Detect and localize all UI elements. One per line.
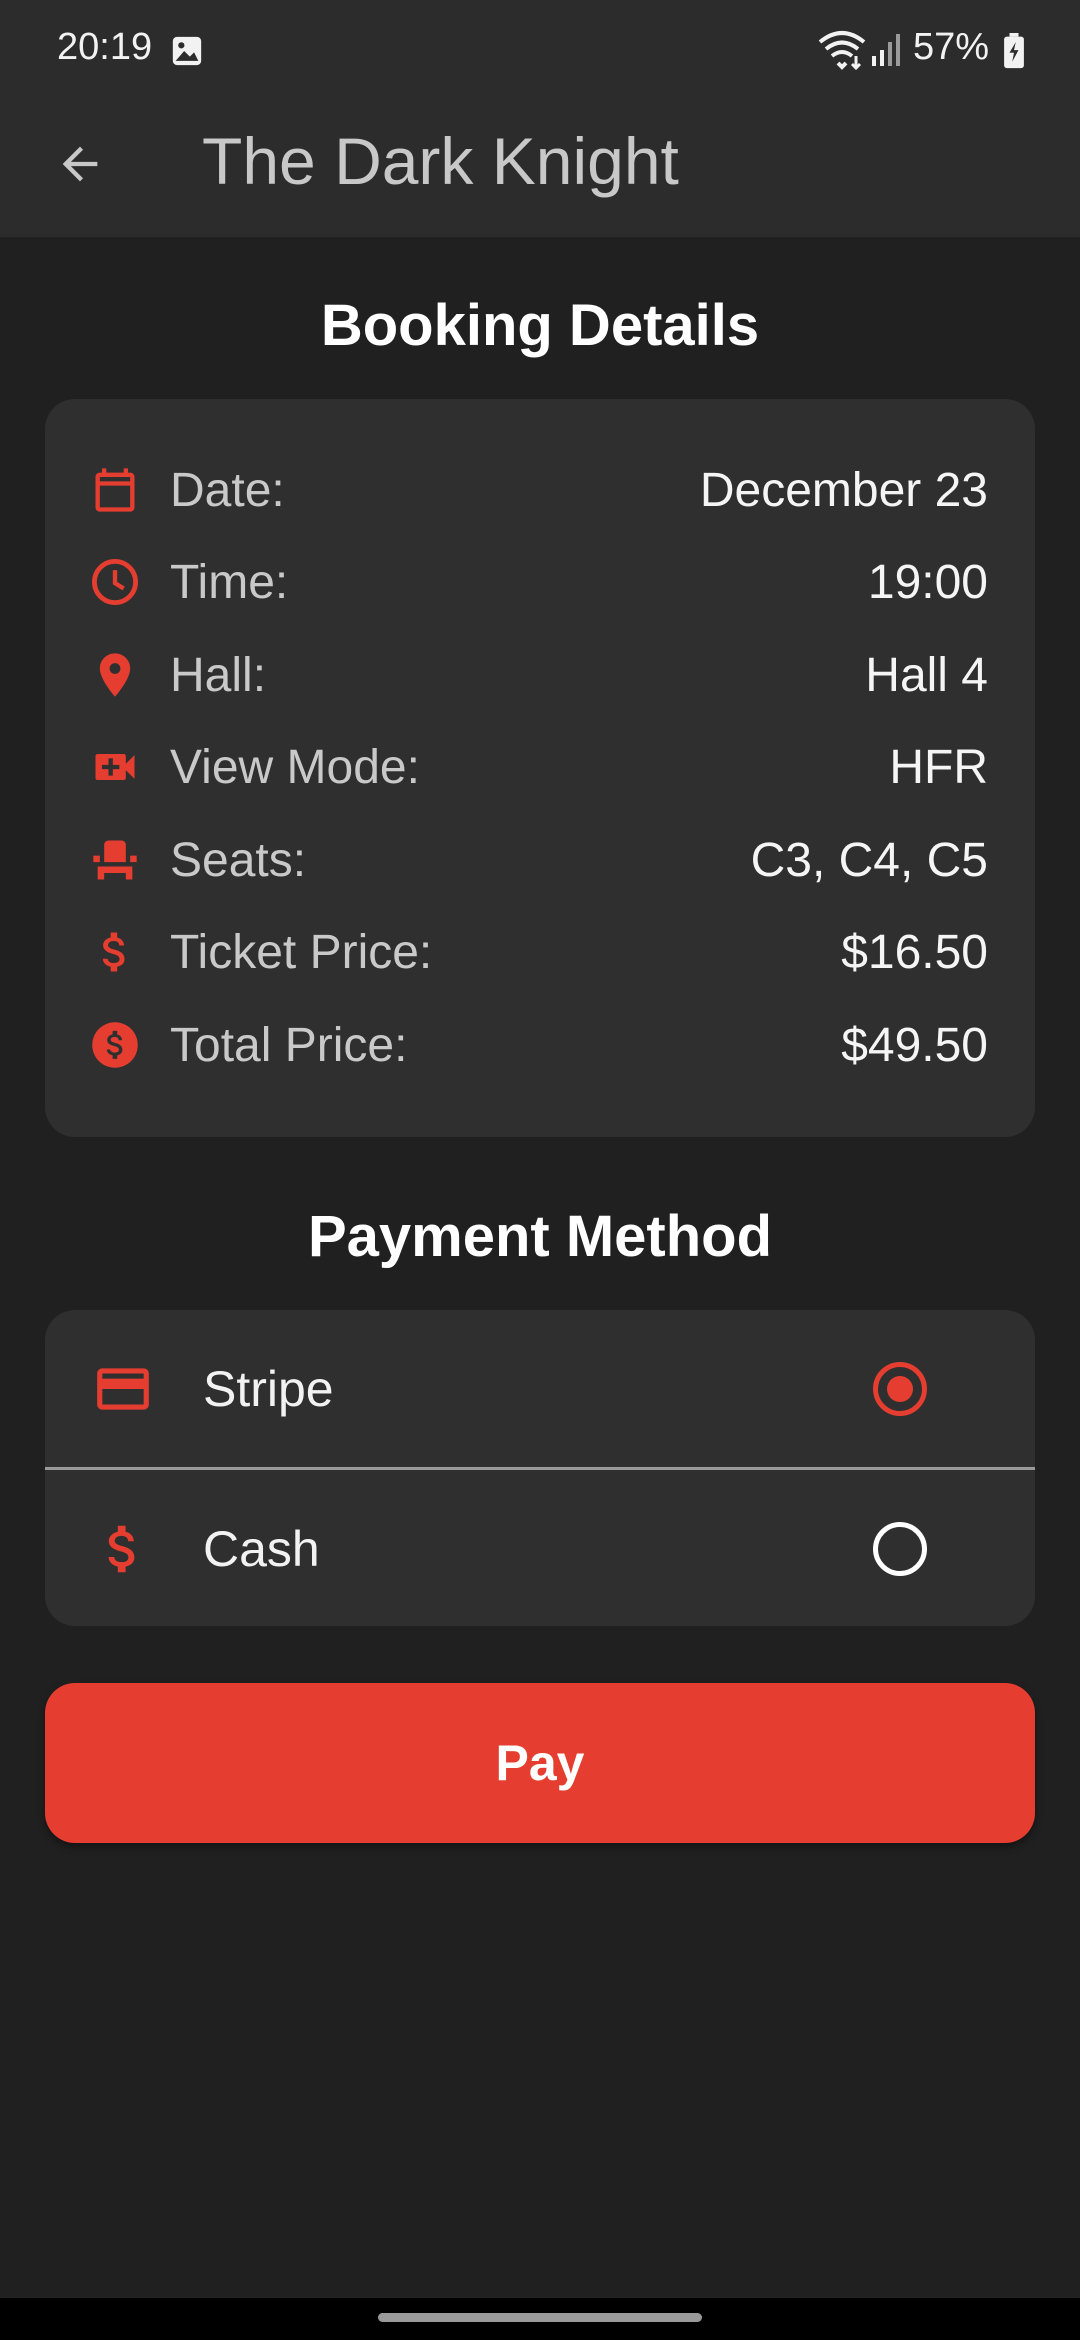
stripe-radio[interactable] bbox=[873, 1362, 927, 1416]
ticket-price-label: Ticket Price: bbox=[170, 925, 433, 979]
app-bar: The Dark Knight bbox=[0, 100, 1080, 237]
battery-charging-icon bbox=[1004, 33, 1024, 69]
payment-option-stripe[interactable]: Stripe bbox=[45, 1310, 1035, 1470]
payment-method-card: Stripe Cash bbox=[45, 1310, 1035, 1626]
battery-percentage: 57% bbox=[913, 26, 990, 68]
dollar-icon bbox=[91, 1517, 155, 1581]
detail-row-ticket-price: Ticket Price: $16.50 bbox=[45, 912, 1035, 992]
seat-icon bbox=[89, 834, 141, 886]
arrow-back-icon bbox=[62, 146, 98, 182]
pay-button[interactable]: Pay bbox=[45, 1683, 1035, 1843]
time-value: 19:00 bbox=[867, 555, 988, 609]
calendar-icon bbox=[89, 464, 141, 516]
total-price-value: $49.50 bbox=[841, 1018, 988, 1072]
status-time: 20:19 bbox=[57, 26, 153, 68]
time-label: Time: bbox=[170, 555, 289, 609]
page-title: The Dark Knight bbox=[202, 124, 679, 198]
view-mode-value: HFR bbox=[889, 740, 988, 794]
navigation-bar bbox=[0, 2298, 1080, 2340]
date-value: December 23 bbox=[699, 463, 988, 517]
signal-icon bbox=[872, 34, 900, 66]
home-indicator[interactable] bbox=[378, 2313, 702, 2322]
dollar-circle-icon bbox=[89, 1019, 141, 1071]
detail-row-date: Date: December 23 bbox=[45, 450, 1035, 530]
total-price-label: Total Price: bbox=[170, 1018, 408, 1072]
screen: 20:19 57% The Dark Knight Booking Detail… bbox=[0, 0, 1080, 2340]
seats-label: Seats: bbox=[170, 833, 307, 887]
payment-method-title: Payment Method bbox=[307, 1204, 773, 1269]
detail-row-seats: Seats: C3, C4, C5 bbox=[45, 820, 1035, 900]
hall-value: Hall 4 bbox=[865, 648, 988, 702]
credit-card-icon bbox=[91, 1357, 155, 1421]
detail-row-view-mode: View Mode: HFR bbox=[45, 727, 1035, 807]
payment-option-cash[interactable]: Cash bbox=[45, 1470, 1035, 1626]
stripe-label: Stripe bbox=[203, 1361, 334, 1417]
back-button[interactable] bbox=[44, 128, 116, 200]
clock-icon bbox=[89, 556, 141, 608]
location-pin-icon bbox=[89, 649, 141, 701]
booking-details-title: Booking Details bbox=[320, 293, 760, 358]
detail-row-total-price: Total Price: $49.50 bbox=[45, 1005, 1035, 1085]
video-camera-icon bbox=[89, 741, 141, 793]
view-mode-label: View Mode: bbox=[170, 740, 420, 794]
detail-row-hall: Hall: Hall 4 bbox=[45, 635, 1035, 715]
date-label: Date: bbox=[170, 463, 285, 517]
wifi-icon bbox=[818, 31, 866, 70]
ticket-price-value: $16.50 bbox=[841, 925, 988, 979]
cash-label: Cash bbox=[203, 1521, 320, 1577]
detail-row-time: Time: 19:00 bbox=[45, 542, 1035, 622]
booking-details-card: Date: December 23 Time: 19:00 Hall: Hall… bbox=[45, 399, 1035, 1137]
seats-value: C3, C4, C5 bbox=[750, 833, 988, 887]
hall-label: Hall: bbox=[170, 648, 267, 702]
status-bar: 20:19 57% bbox=[0, 0, 1080, 100]
cash-radio[interactable] bbox=[873, 1522, 927, 1576]
dollar-icon bbox=[89, 926, 141, 978]
gallery-icon bbox=[172, 36, 202, 66]
